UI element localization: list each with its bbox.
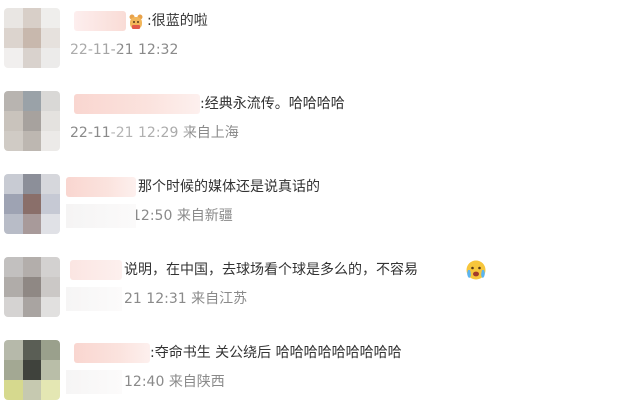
comment-location: 来自陕西 xyxy=(168,374,225,390)
blur-mask xyxy=(110,121,190,145)
avatar[interactable] xyxy=(4,174,60,234)
comment-location: 来自新疆 xyxy=(176,208,233,224)
comment-item: 那个时候的媒体还是说真话的 12:50 来自新疆 xyxy=(0,166,617,248)
comment-item: :很蓝的啦 22-11-21 12:32 xyxy=(0,0,617,82)
username[interactable] xyxy=(74,11,126,31)
comment-time: 12:40 xyxy=(124,374,165,390)
comment-time: 12:50 xyxy=(132,208,173,224)
crying-face-emoji-icon xyxy=(465,259,487,285)
comment-text: 说明，在中国，去球场看个球是多么的，不容易 xyxy=(124,262,418,278)
avatar[interactable] xyxy=(4,8,60,68)
blur-mask xyxy=(66,370,122,394)
blur-mask xyxy=(66,204,136,228)
comment-text: 那个时候的媒体还是说真话的 xyxy=(138,179,320,195)
avatar[interactable] xyxy=(4,340,60,400)
comment-location: 来自上海 xyxy=(182,125,239,141)
comment-meta: 21 12:31 来自江苏 xyxy=(124,289,247,309)
comment-item: :经典永流传。哈哈哈哈 22-11-21 12:29 来自上海 xyxy=(0,83,617,165)
bear-emoji-icon xyxy=(127,13,145,35)
username[interactable] xyxy=(74,343,150,363)
username[interactable] xyxy=(66,177,136,197)
comment-text: :很蓝的啦 xyxy=(147,13,208,29)
comment-location: 来自江苏 xyxy=(191,291,248,307)
username[interactable] xyxy=(74,94,200,114)
comment-item: 说明，在中国，去球场看个球是多么的，不容易 21 12:31 来自江苏 xyxy=(0,249,617,331)
comment-date: 21 xyxy=(124,291,142,307)
blur-mask xyxy=(70,38,120,62)
avatar[interactable] xyxy=(4,257,60,317)
username[interactable] xyxy=(70,260,122,280)
comment-item: :夺命书生 关公绕后 哈哈哈哈哈哈哈哈哈 12:40 来自陕西 xyxy=(0,332,617,414)
comment-time: 12:31 xyxy=(146,291,187,307)
comment-time: 12:32 xyxy=(138,42,179,58)
comment-meta: 12:40 来自陕西 xyxy=(124,372,225,392)
avatar[interactable] xyxy=(4,91,60,151)
comment-text: :夺命书生 关公绕后 哈哈哈哈哈哈哈哈哈 xyxy=(150,345,402,361)
comment-meta: 12:50 来自新疆 xyxy=(132,206,233,226)
comment-text: :经典永流传。哈哈哈哈 xyxy=(200,96,345,112)
blur-mask xyxy=(66,287,122,311)
